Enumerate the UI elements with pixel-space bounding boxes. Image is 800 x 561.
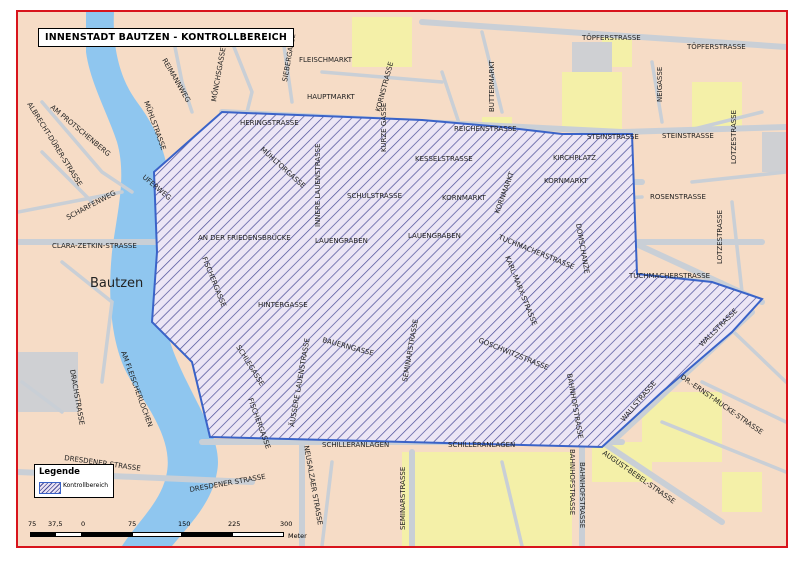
scale-tick: 75 — [28, 520, 37, 528]
street-label: BAHNHOFSTRASSE — [568, 449, 576, 515]
street-label: CLARA-ZETKIN-STRASSE — [52, 242, 137, 250]
city-map[interactable]: TÖPFERSTRASSE TÖPFERSTRASSE NEIGASSE FLE… — [16, 10, 788, 548]
street-label: KORNMARKT — [544, 177, 589, 185]
street-label: LOTZESTRASSE — [730, 110, 738, 164]
street-label: SEMINARSTRASSE — [399, 467, 407, 530]
map-frame: TÖPFERSTRASSE TÖPFERSTRASSE NEIGASSE FLE… — [0, 0, 800, 561]
street-label: REICHENSTRASSE — [454, 125, 517, 133]
street-label: KESSELSTRASSE — [415, 155, 473, 163]
street-label: FLEISCHMARKT — [299, 56, 353, 64]
scale-tick: 0 — [81, 520, 86, 528]
street-label: SCHULSTRASSE — [347, 192, 402, 200]
street-label: BAHNHOFSTRASSE — [578, 462, 586, 528]
street-label: AN DER FRIEDENSBRÜCKE — [198, 233, 291, 242]
street-label: INNERE LAUENSTRASSE — [314, 143, 322, 227]
street-label: ROSENSTRASSE — [650, 193, 706, 201]
street-label: LOTZESTRASSE — [716, 210, 724, 264]
scale-segment — [232, 532, 284, 537]
legend: Legende Kontrollbereich — [34, 464, 114, 498]
street-label: HAUPTMARKT — [307, 93, 355, 101]
scale-bar: 75 37,5 0 75 150 225 300 Meter — [28, 520, 328, 544]
scale-tick: 150 — [178, 520, 191, 528]
street-label: MÖNCHSGASSE — [209, 47, 227, 103]
control-area-swatch — [39, 482, 61, 494]
street-label: HINTERGASSE — [258, 301, 308, 309]
scale-segment — [82, 532, 132, 537]
map-title: INNENSTADT BAUTZEN - KONTROLLBEREICH — [38, 28, 295, 47]
street-label: HERINGSTRASSE — [240, 119, 299, 127]
street-label: KIRCHPLATZ — [553, 154, 596, 162]
street-label: LAUENGRABEN — [315, 237, 368, 245]
scale-tick: 225 — [228, 520, 241, 528]
street-label: KURZE GASSE — [380, 103, 388, 152]
street-label: KORNMARKT — [442, 194, 487, 202]
street-label: SCHARFENWEG — [65, 189, 117, 222]
street-label: TÖPFERSTRASSE — [581, 33, 641, 42]
street-label: SCHILLERANLAGEN — [448, 441, 515, 449]
street-label: SCHILLERANLAGEN — [322, 441, 389, 449]
street-label: REIMANNWEG — [160, 57, 192, 104]
street-label: TUCHMACHERSTRASSE — [628, 272, 710, 280]
scale-segment — [30, 532, 55, 537]
street-label: LAUENGRABEN — [408, 232, 461, 240]
scale-unit: Meter — [288, 532, 307, 540]
scale-segment — [55, 532, 82, 537]
scale-tick: 75 — [128, 520, 137, 528]
legend-item-label: Kontrollbereich — [63, 482, 109, 489]
scale-tick: 37,5 — [48, 520, 63, 528]
scale-segment — [182, 532, 232, 537]
legend-title: Legende — [39, 467, 80, 477]
map-canvas[interactable]: TÖPFERSTRASSE TÖPFERSTRASSE NEIGASSE FLE… — [18, 12, 786, 546]
street-label: TÖPFERSTRASSE — [686, 42, 746, 51]
street-label: STEINSTRASSE — [662, 132, 714, 140]
scale-segment — [132, 532, 182, 537]
street-label: STEINSTRASSE — [587, 133, 639, 141]
street-label: NEIGASSE — [656, 67, 664, 102]
street-label: BUTTERMARKT — [488, 60, 496, 112]
street-label: NEUSALZAER STRASSE — [302, 445, 324, 526]
scale-tick: 300 — [280, 520, 293, 528]
town-label-bautzen: Bautzen — [90, 276, 143, 291]
